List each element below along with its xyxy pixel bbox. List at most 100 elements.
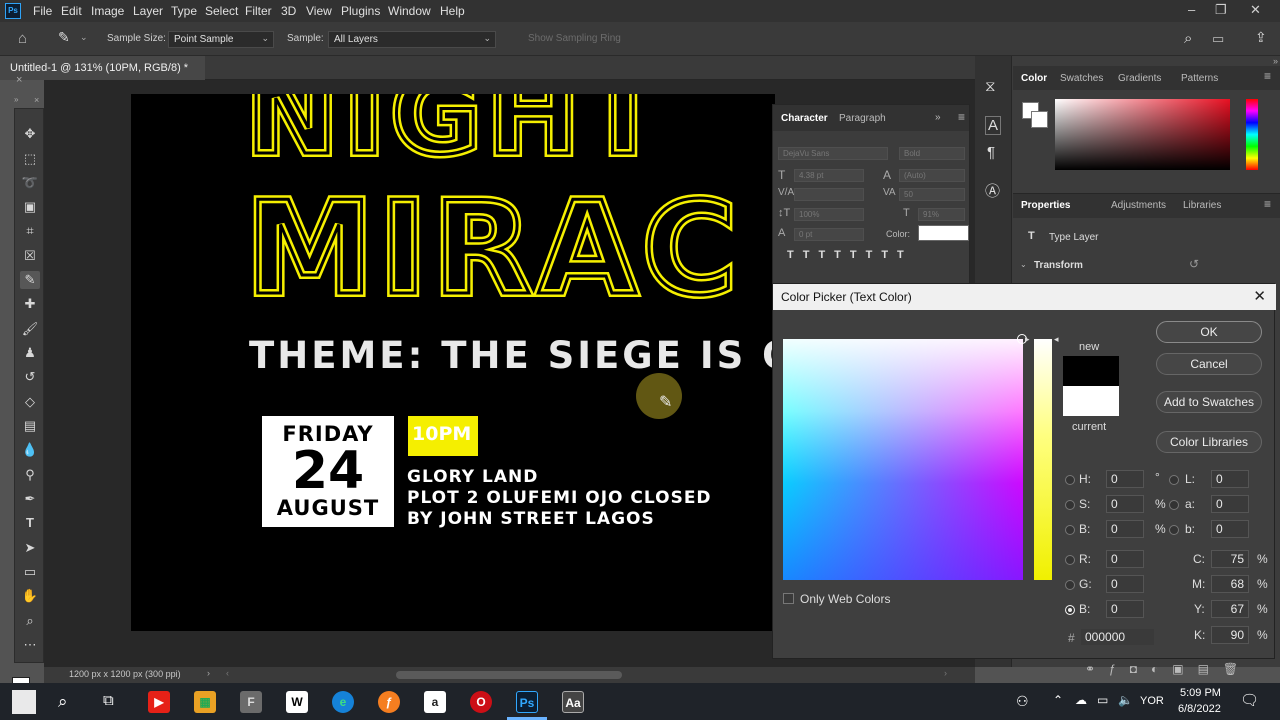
vertical-scale-field[interactable]: 100% xyxy=(794,208,864,221)
eraser-tool-icon[interactable]: ◇ xyxy=(20,393,40,411)
glyphs-panel-icon[interactable]: Ⓐ xyxy=(985,180,1000,201)
radio-a[interactable] xyxy=(1169,500,1179,510)
hue-field[interactable]: 0 xyxy=(1106,470,1144,488)
font-style-field[interactable]: Bold xyxy=(899,147,965,160)
baseline-shift-field[interactable]: 0 pt xyxy=(794,228,864,241)
lasso-tool-icon[interactable]: ➰ xyxy=(20,174,40,192)
color-spectrum-field[interactable] xyxy=(1055,99,1230,170)
a-field[interactable]: 0 xyxy=(1211,495,1249,513)
hex-field[interactable]: 000000 xyxy=(1080,628,1155,646)
radio-b[interactable] xyxy=(1065,525,1075,535)
stamp-tool-icon[interactable]: ♟ xyxy=(20,344,40,362)
tab-patterns[interactable]: Patterns xyxy=(1181,73,1218,84)
file-app-icon[interactable]: F xyxy=(240,691,262,713)
radio-s[interactable] xyxy=(1065,500,1075,510)
amazon-icon[interactable]: a xyxy=(424,691,446,713)
text-color-swatch[interactable] xyxy=(918,225,969,241)
dodge-tool-icon[interactable]: ⚲ xyxy=(20,466,40,484)
sample-size-select[interactable]: Point Sample ⌄ xyxy=(168,31,274,48)
youtube-icon[interactable]: ▶ xyxy=(148,691,170,713)
search-icon[interactable]: ⌕ xyxy=(58,692,68,712)
gradient-tool-icon[interactable]: ▤ xyxy=(20,417,40,435)
home-icon[interactable]: ⌂ xyxy=(18,30,27,47)
more-tools-icon[interactable]: ⋯ xyxy=(20,636,40,654)
hand-tool-icon[interactable]: ✋ xyxy=(20,587,40,605)
tab-adjustments[interactable]: Adjustments xyxy=(1111,200,1166,211)
tab-properties[interactable]: Properties xyxy=(1021,200,1070,211)
transform-section-label[interactable]: Transform xyxy=(1034,260,1083,271)
language-indicator[interactable]: YOR xyxy=(1140,695,1164,707)
show-sampling-ring-checkbox[interactable]: Show Sampling Ring xyxy=(528,33,621,44)
zoom-tool-icon[interactable]: ⌕ xyxy=(20,612,40,630)
panel-menu-icon[interactable]: ≡ xyxy=(1264,197,1271,211)
healing-tool-icon[interactable]: ✚ xyxy=(20,295,40,313)
add-to-swatches-button[interactable]: Add to Swatches xyxy=(1156,391,1262,413)
brush-tool-icon[interactable]: 🖌 xyxy=(20,320,40,338)
menu-window[interactable]: Window xyxy=(388,4,431,18)
close-tab-icon[interactable]: × xyxy=(16,74,22,86)
photoshop-taskbar-icon[interactable]: Ps xyxy=(516,691,538,713)
layer-panel-buttons[interactable]: ⚭ƒ◘◐▣▤🗑 xyxy=(1085,662,1260,678)
type-tool-icon[interactable]: T xyxy=(20,514,40,532)
radio-blue[interactable] xyxy=(1065,605,1075,615)
sample-select[interactable]: All Layers ⌄ xyxy=(328,31,496,48)
frame-tool-icon[interactable]: ☒ xyxy=(20,247,40,265)
magenta-field[interactable]: 68 xyxy=(1211,575,1249,593)
close-icon[interactable]: ✕ xyxy=(1253,287,1266,305)
horizontal-scale-field[interactable]: 91% xyxy=(918,208,965,221)
panel-menu-icon[interactable]: ≡ xyxy=(958,110,965,124)
cancel-button[interactable]: Cancel xyxy=(1156,353,1262,375)
marquee-tool-icon[interactable]: ⬚ xyxy=(20,150,40,168)
l-field[interactable]: 0 xyxy=(1211,470,1249,488)
menu-select[interactable]: Select xyxy=(205,4,238,18)
only-web-colors-checkbox[interactable] xyxy=(783,593,794,604)
slider-left-arrow[interactable]: ▸ xyxy=(1025,334,1030,345)
object-select-tool-icon[interactable]: ▣ xyxy=(20,198,40,216)
blue-field[interactable]: 0 xyxy=(1106,600,1144,618)
radio-h[interactable] xyxy=(1065,475,1075,485)
tab-gradients[interactable]: Gradients xyxy=(1118,73,1161,84)
color-field[interactable] xyxy=(783,334,1027,580)
opera-icon[interactable]: O xyxy=(470,691,492,713)
brightness-field[interactable]: 0 xyxy=(1106,520,1144,538)
firefox-icon[interactable]: ƒ xyxy=(378,691,400,713)
document-tab[interactable]: Untitled-1 @ 131% (10PM, RGB/8) * × xyxy=(0,56,205,86)
hue-slider[interactable] xyxy=(1246,99,1258,170)
green-field[interactable]: 0 xyxy=(1106,575,1144,593)
panel-menu-icon[interactable]: ≡ xyxy=(1264,69,1271,83)
radio-l[interactable] xyxy=(1169,475,1179,485)
cloud-icon[interactable]: ☁ xyxy=(1075,693,1087,707)
tray-expand-icon[interactable]: ⌃ xyxy=(1053,693,1063,707)
clock-time[interactable]: 5:09 PM xyxy=(1180,687,1221,699)
chevron-down-icon[interactable]: ⌄ xyxy=(80,32,88,43)
scroll-right-icon[interactable]: › xyxy=(944,668,947,678)
cyan-field[interactable]: 75 xyxy=(1211,550,1249,568)
collapse-toolbar-icon[interactable]: » xyxy=(14,95,18,104)
wikipedia-icon[interactable]: W xyxy=(286,691,308,713)
status-menu-icon[interactable]: › xyxy=(207,668,210,678)
current-color-swatch[interactable] xyxy=(1063,386,1119,416)
collapse-dock-icon[interactable]: » xyxy=(1273,56,1278,66)
horizontal-scrollbar[interactable] xyxy=(396,671,622,679)
eyedropper-preset-icon[interactable]: ✎ xyxy=(58,29,70,46)
font-size-field[interactable]: 4.38 pt xyxy=(794,169,864,182)
bg-color-swatch[interactable] xyxy=(1031,111,1048,128)
eyedropper-tool-icon[interactable]: ✎ xyxy=(20,271,40,289)
edge-icon[interactable]: e xyxy=(332,691,354,713)
menu-help[interactable]: Help xyxy=(440,4,465,18)
menu-type[interactable]: Type xyxy=(171,4,197,18)
radio-r[interactable] xyxy=(1065,555,1075,565)
winrar-icon[interactable]: ▦ xyxy=(194,691,216,713)
notifications-icon[interactable]: 🗨 xyxy=(1240,691,1259,709)
battery-icon[interactable]: ▭ xyxy=(1097,693,1108,707)
close-window-icon[interactable]: ✕ xyxy=(1250,2,1261,18)
menu-filter[interactable]: Filter xyxy=(245,4,272,18)
collapse-panel-icon[interactable]: » xyxy=(935,112,941,123)
kerning-field[interactable] xyxy=(794,188,864,201)
tab-paragraph[interactable]: Paragraph xyxy=(839,113,886,124)
menu-3d[interactable]: 3D xyxy=(281,4,296,18)
slider-right-arrow[interactable]: ◂ xyxy=(1054,334,1059,345)
menu-edit[interactable]: Edit xyxy=(61,4,82,18)
chevron-down-icon[interactable]: ⌄ xyxy=(1020,260,1027,269)
history-brush-icon[interactable]: ↺ xyxy=(20,368,40,386)
